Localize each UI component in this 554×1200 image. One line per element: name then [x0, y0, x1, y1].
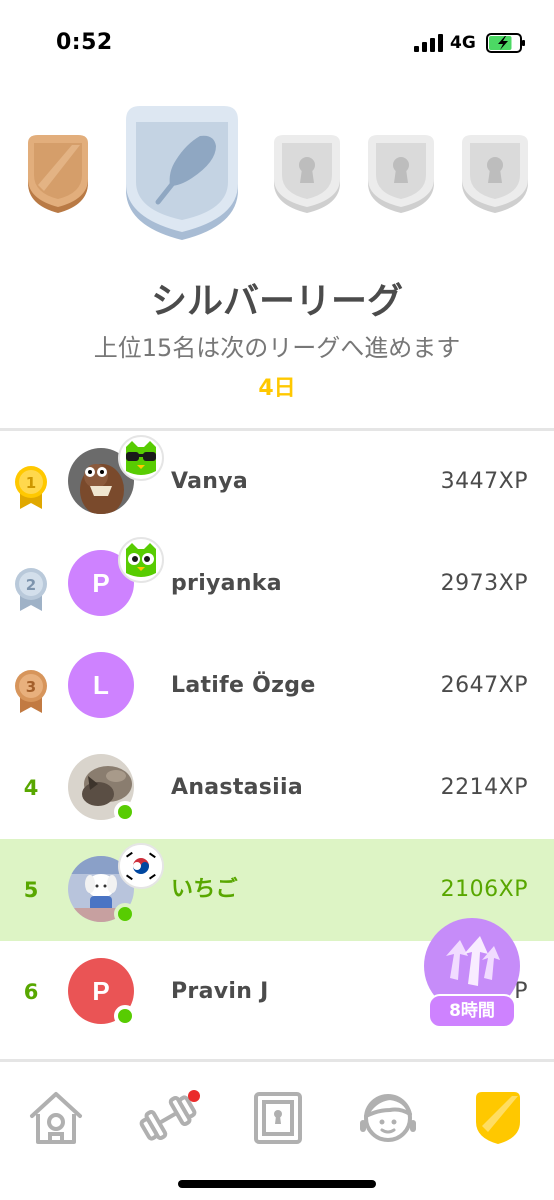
owl-icon	[118, 537, 164, 583]
user-xp: 2214XP	[440, 775, 528, 800]
svg-text:2: 2	[26, 576, 36, 594]
locked-league-badge[interactable]	[458, 135, 532, 217]
svg-text:1: 1	[26, 474, 36, 492]
leaderboard-row[interactable]: 3 L Latife Özge 2647XP	[0, 635, 554, 737]
svg-text:3: 3	[26, 678, 36, 696]
profile-icon[interactable]	[356, 1086, 420, 1150]
gold-medal-icon: 1	[15, 466, 47, 509]
locked-league-badge[interactable]	[364, 135, 438, 217]
league-shield-icon[interactable]	[466, 1086, 530, 1150]
home-icon[interactable]	[24, 1086, 88, 1150]
silver-medal-icon: 2	[15, 568, 47, 611]
user-name: priyanka	[171, 571, 282, 596]
user-name: Anastasiia	[171, 775, 304, 800]
user-name: Latife Özge	[171, 673, 316, 698]
boost-timer: 8時間	[428, 994, 516, 1028]
online-indicator	[114, 801, 136, 823]
online-indicator	[114, 903, 136, 925]
status-time: 0:52	[56, 30, 113, 55]
league-title: シルバーリーグ	[150, 281, 403, 322]
status-bar: 0:52 4G	[0, 0, 554, 88]
leaderboard-row[interactable]: 1 Vanya 3447XP	[0, 431, 554, 533]
league-subtitle: 上位15名は次のリーグへ進めます	[93, 334, 461, 362]
dumbbell-icon[interactable]	[136, 1086, 200, 1150]
network-type: 4G	[450, 33, 476, 53]
chest-icon[interactable]	[246, 1086, 310, 1150]
xp-boost-button[interactable]: 8時間	[424, 918, 520, 1036]
rank-number: 6	[23, 980, 39, 1004]
leaderboard-row[interactable]: 4 Anastasiia 2214XP	[0, 737, 554, 839]
avatar[interactable]: L	[68, 652, 134, 718]
bronze-league-badge[interactable]	[22, 135, 94, 217]
days-remaining: 4日	[258, 376, 296, 401]
user-xp: 2647XP	[440, 673, 528, 698]
bronze-medal-icon: 3	[15, 670, 47, 713]
user-name: Vanya	[171, 469, 249, 494]
home-indicator	[178, 1180, 376, 1188]
user-name: Pravin J	[171, 979, 269, 1004]
rank-number: 5	[23, 878, 39, 902]
user-xp: 2973XP	[440, 571, 528, 596]
league-badges	[0, 100, 554, 250]
online-indicator	[114, 1005, 136, 1027]
korea-flag-icon	[118, 843, 164, 889]
locked-league-badge[interactable]	[270, 135, 344, 217]
silver-league-badge[interactable]	[122, 106, 242, 244]
leaderboard-row[interactable]: 2 P priyanka 2973XP	[0, 533, 554, 635]
battery-icon	[486, 33, 525, 53]
sunglasses-owl-icon	[118, 435, 164, 481]
user-xp: 3447XP	[440, 469, 528, 494]
user-name: いちご	[171, 877, 238, 902]
rank-number: 4	[23, 776, 39, 800]
signal-icon	[414, 34, 443, 52]
